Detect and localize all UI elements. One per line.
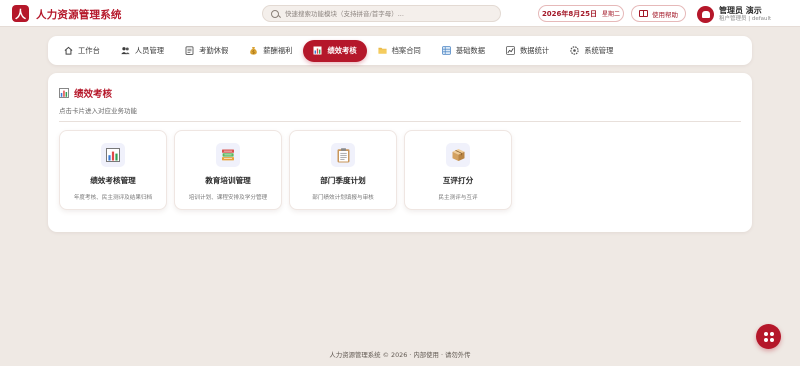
nav-label: 人员管理 xyxy=(134,45,165,55)
page-subtitle: 点击卡片进入对应业务功能 xyxy=(59,107,137,115)
card-peer-review[interactable]: 互评打分 民主测评与互评 xyxy=(404,130,512,210)
card-title: 互评打分 xyxy=(442,176,474,185)
card-icon-box xyxy=(101,143,125,167)
card-training-management[interactable]: 教育培训管理 培训计划、课程安排及学分管理 xyxy=(174,130,282,210)
search-box[interactable] xyxy=(262,5,501,22)
nav-label: 档案合同 xyxy=(391,45,421,55)
user-name: 管理员 演示 xyxy=(719,5,762,15)
nav-label: 系统管理 xyxy=(584,45,614,55)
nav-item-statistics[interactable]: 数据统计 xyxy=(496,40,559,62)
dot xyxy=(763,337,768,342)
dot xyxy=(763,331,768,336)
calendar-icon xyxy=(185,46,194,55)
chart-icon xyxy=(313,46,322,55)
nav-item-attendance[interactable]: 考勤休假 xyxy=(175,40,238,62)
svg-text:$: $ xyxy=(252,49,255,54)
nav-item-performance[interactable]: 绩效考核 xyxy=(303,39,367,62)
clipboard-icon xyxy=(337,147,349,162)
gear-icon xyxy=(570,46,579,55)
home-icon xyxy=(64,46,73,55)
nav-item-workbench[interactable]: 工作台 xyxy=(54,40,110,62)
content-panel: 绩效考核 点击卡片进入对应业务功能 绩效考核管理 年度考核、民主测评及结果归档 … xyxy=(48,73,752,232)
nav-label: 基础数据 xyxy=(455,45,486,55)
nav-item-system[interactable]: 系统管理 xyxy=(560,40,623,62)
app-logo[interactable]: 人 xyxy=(12,5,29,22)
help-label: 使用帮助 xyxy=(652,10,678,19)
main-nav: 工作台 人员管理 考勤休假 $ 薪酬福利 绩效考核 档案合同 基础数据 数据统计… xyxy=(48,36,752,65)
folder-icon xyxy=(378,46,387,55)
nav-item-basic-data[interactable]: 基础数据 xyxy=(432,40,495,62)
card-description: 部门绩效计划填报与审核 xyxy=(312,195,374,201)
nav-item-personnel[interactable]: 人员管理 xyxy=(111,40,174,62)
books-icon xyxy=(222,149,234,161)
card-icon-box xyxy=(446,143,470,167)
page-title-text: 绩效考核 xyxy=(74,89,113,100)
chart-icon xyxy=(59,88,69,98)
briefcase-icon xyxy=(701,10,710,18)
nav-label: 考勤休假 xyxy=(199,45,229,55)
date-text: 2026年8月25日 xyxy=(541,9,598,18)
card-description: 民主测评与互评 xyxy=(438,195,478,201)
user-menu[interactable]: 管理员 演示 租户管理员 | default xyxy=(697,3,771,25)
stats-icon xyxy=(506,46,515,55)
avatar[interactable] xyxy=(697,5,714,23)
dot xyxy=(769,331,774,336)
database-icon xyxy=(442,46,451,55)
card-department-quarterly-plan[interactable]: 部门季度计划 部门绩效计划填报与审核 xyxy=(289,130,397,210)
moneybag-icon: $ xyxy=(249,46,258,55)
people-icon xyxy=(121,46,130,55)
app-title: 人力资源管理系统 xyxy=(36,9,122,21)
package-icon xyxy=(452,149,464,161)
book-icon xyxy=(639,10,648,17)
card-title: 部门季度计划 xyxy=(320,176,366,185)
help-button[interactable]: 使用帮助 xyxy=(631,5,686,22)
nav-label: 绩效考核 xyxy=(327,45,357,55)
nav-item-salary[interactable]: $ 薪酬福利 xyxy=(239,40,302,62)
card-description: 培训计划、课程安排及学分管理 xyxy=(188,195,268,201)
card-title: 教育培训管理 xyxy=(205,176,251,185)
card-title: 绩效考核管理 xyxy=(90,176,136,185)
bar-chart-icon xyxy=(106,148,120,162)
card-performance-management[interactable]: 绩效考核管理 年度考核、民主测评及结果归档 xyxy=(59,130,167,210)
quick-menu-button[interactable] xyxy=(756,324,781,349)
page-title: 绩效考核 xyxy=(59,86,112,100)
weekday-text: 星期二 xyxy=(602,11,621,18)
nav-label: 工作台 xyxy=(78,45,100,55)
top-header: 人 人力资源管理系统 2026年8月25日 星期二 使用帮助 管理员 演示 租户… xyxy=(0,0,800,27)
card-icon-box xyxy=(216,143,240,167)
footer-text: 人力资源管理系统 © 2026 · 内部使用 · 请勿外传 xyxy=(329,351,471,359)
dot xyxy=(769,337,774,342)
divider xyxy=(59,121,741,122)
nav-item-archives[interactable]: 档案合同 xyxy=(368,40,431,62)
nav-label: 数据统计 xyxy=(520,45,550,55)
nav-label: 薪酬福利 xyxy=(263,45,293,55)
search-input[interactable] xyxy=(285,9,495,18)
search-icon xyxy=(271,9,279,18)
card-description: 年度考核、民主测评及结果归档 xyxy=(73,195,153,201)
date-badge: 2026年8月25日 星期二 xyxy=(538,5,624,22)
card-icon-box xyxy=(331,143,355,167)
user-role: 租户管理员 | default xyxy=(719,15,772,22)
